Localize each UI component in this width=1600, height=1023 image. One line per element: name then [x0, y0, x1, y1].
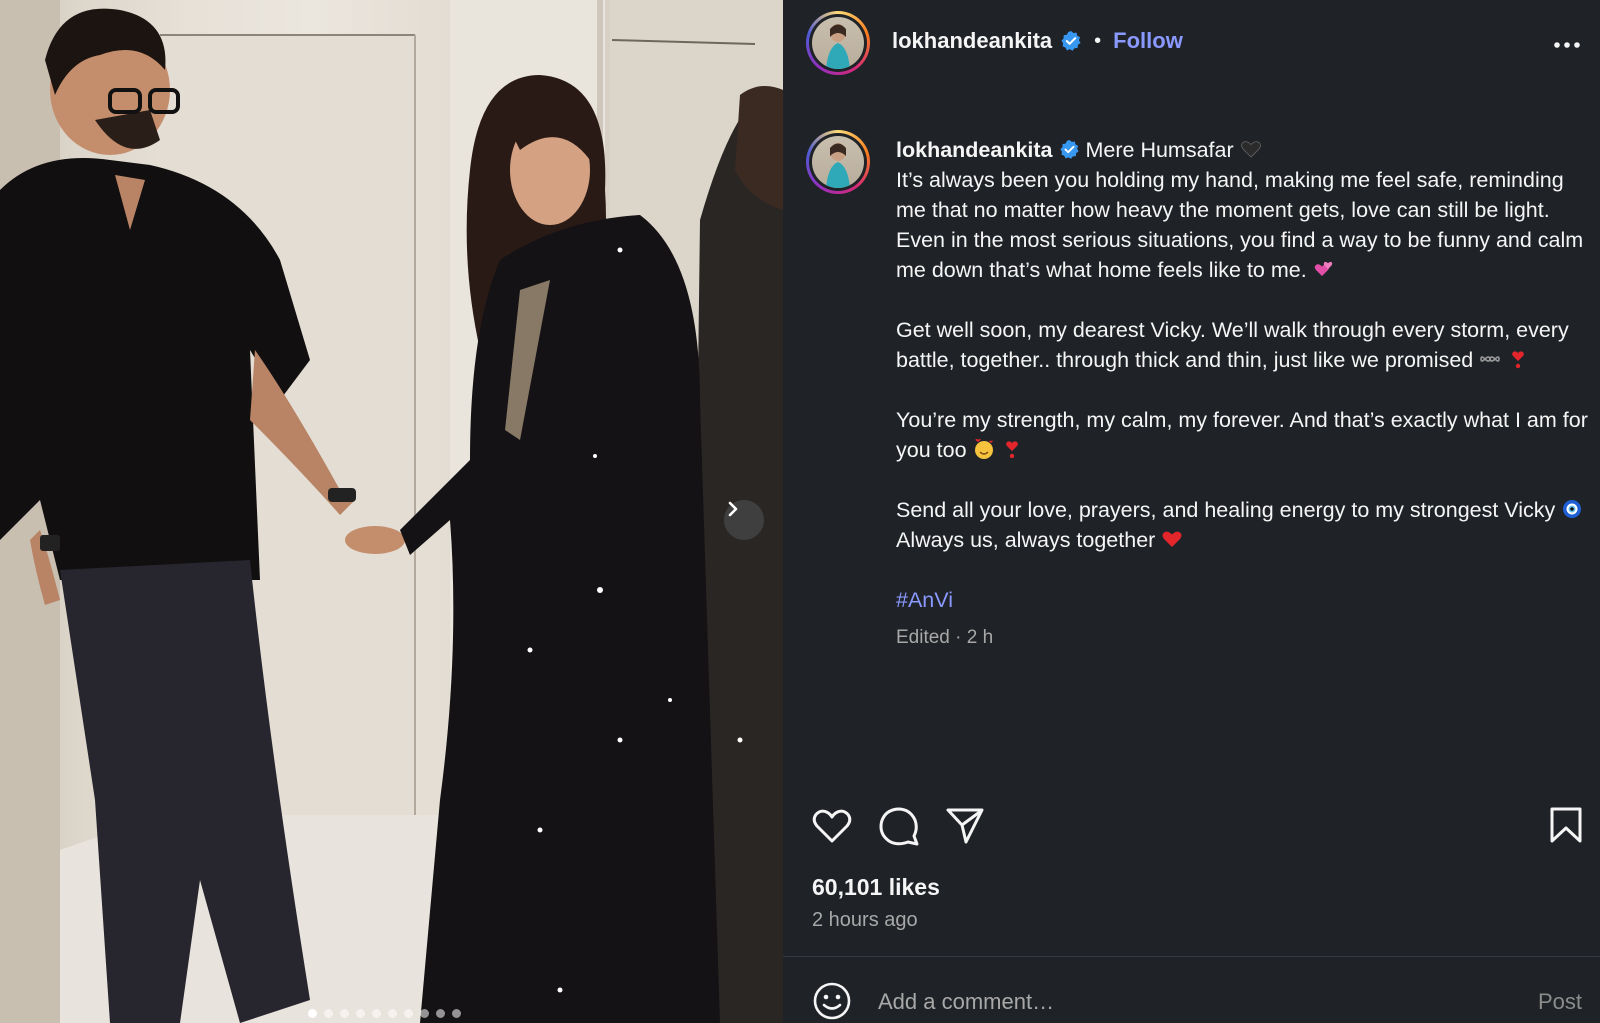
- instagram-post: lokhandeankita • Follow lokhandeankita M…: [0, 0, 1600, 1023]
- action-bar: [811, 806, 1583, 850]
- post-timestamp: 2 hours ago: [812, 909, 918, 931]
- nazar-amulet-icon: [1563, 500, 1582, 518]
- carousel-dot: [356, 1009, 365, 1018]
- carousel-dot: [452, 1009, 461, 1018]
- comment-input[interactable]: [878, 987, 1478, 1017]
- follow-button[interactable]: Follow: [1113, 28, 1183, 54]
- author-avatar[interactable]: [806, 11, 870, 75]
- caption-paragraph-2: Get well soon, my dearest Vicky. We’ll w…: [896, 318, 1569, 372]
- hashtag-link[interactable]: #AnVi: [896, 588, 953, 612]
- caption-username[interactable]: lokhandeankita: [896, 138, 1053, 162]
- verified-badge-icon: [1059, 139, 1079, 159]
- post-header: lokhandeankita • Follow: [783, 0, 1600, 90]
- two-hearts-icon: [1314, 261, 1332, 276]
- carousel-dot: [404, 1009, 413, 1018]
- separator-dot: •: [1094, 29, 1102, 52]
- carousel-dot: [436, 1009, 445, 1018]
- smiling-face-with-hearts-icon: [974, 438, 993, 459]
- post-comment-button[interactable]: Post: [1538, 989, 1582, 1015]
- like-count[interactable]: 60,101 likes: [812, 874, 940, 901]
- black-heart-icon: [1240, 141, 1261, 158]
- avatar-image: [812, 136, 864, 188]
- comment-icon[interactable]: [878, 806, 920, 848]
- author-username[interactable]: lokhandeankita: [892, 28, 1052, 54]
- verified-badge-icon: [1061, 31, 1081, 51]
- post-photo[interactable]: [0, 0, 783, 1023]
- share-icon[interactable]: [945, 806, 985, 846]
- carousel-dot: [340, 1009, 349, 1018]
- bookmark-icon[interactable]: [1549, 806, 1583, 844]
- red-heart-icon: [1162, 531, 1182, 547]
- photo-illustration: [0, 0, 783, 1023]
- heart-icon[interactable]: [811, 806, 853, 846]
- heart-exclamation-icon: [1005, 441, 1018, 459]
- heart-exclamation-icon: [1512, 351, 1525, 369]
- caption-text: lokhandeankita Mere Humsafar It’s always…: [896, 135, 1596, 653]
- carousel-indicator: [308, 1009, 461, 1018]
- next-slide-button[interactable]: [724, 500, 764, 540]
- carousel-dot: [372, 1009, 381, 1018]
- carousel-dot: [420, 1009, 429, 1018]
- comment-composer: Post: [783, 957, 1600, 1023]
- post-details-panel: lokhandeankita • Follow lokhandeankita M…: [783, 0, 1600, 1023]
- edited-timestamp: Edited · 2 h: [896, 627, 994, 648]
- emoji-icon[interactable]: [812, 981, 852, 1021]
- caption-paragraph-1: It’s always been you holding my hand, ma…: [896, 168, 1584, 282]
- infinity-icon: [1480, 356, 1501, 362]
- caption-paragraph-4: Send all your love, prayers, and healing…: [896, 498, 1556, 522]
- more-options-icon[interactable]: [1552, 30, 1582, 60]
- caption-paragraph-5: Always us, always together: [896, 528, 1156, 552]
- caption-title: Mere Humsafar: [1085, 138, 1234, 162]
- chevron-right-icon: [728, 501, 738, 517]
- avatar-image: [812, 17, 864, 69]
- carousel-dot: [308, 1009, 317, 1018]
- carousel-dot: [388, 1009, 397, 1018]
- carousel-dot: [324, 1009, 333, 1018]
- caption-author-avatar[interactable]: [806, 130, 870, 194]
